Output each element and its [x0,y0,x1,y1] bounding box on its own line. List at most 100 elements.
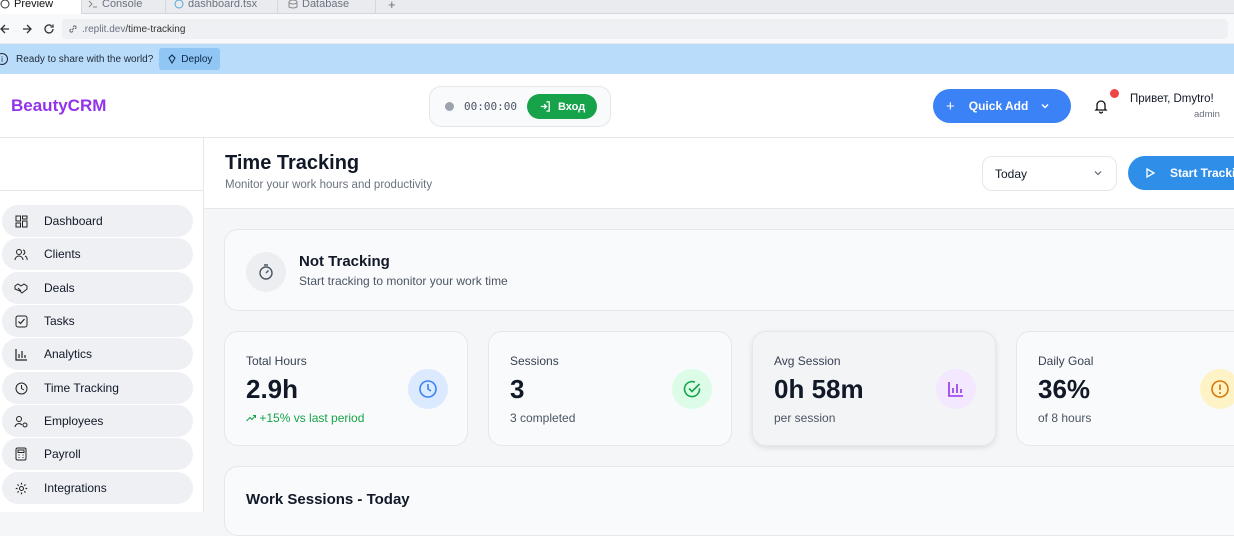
stat-sub: per session [774,411,836,425]
tab-label: dashboard.tsx [188,0,258,10]
stopwatch-icon [246,252,286,292]
quick-add-button[interactable]: + Quick Add [933,89,1071,123]
link-icon [69,25,77,33]
stat-value: 0h 58m [774,374,864,404]
users-icon [14,247,28,261]
bar-chart-icon [936,369,976,409]
info-icon: i [0,53,8,65]
sidebar-item-integrations[interactable]: Integrations [2,472,193,504]
sidebar-item-label: Analytics [44,347,93,361]
stat-value: 3 [510,374,525,404]
bell-icon[interactable] [1093,98,1109,114]
check-circle-icon [672,369,712,409]
page-subtitle: Monitor your work hours and productivity [225,179,433,191]
plus-icon: + [946,97,955,115]
deploy-label: Deploy [181,53,213,65]
stat-value: 36% [1038,374,1091,404]
tab-console[interactable]: Console [80,0,166,14]
chevron-down-icon [1094,171,1102,176]
plus-icon: + [388,0,396,12]
user-greeting[interactable]: Привет, Dmytro! [1130,93,1214,105]
sidebar-item-label: Time Tracking [44,381,119,395]
stat-card-total-hours: Total Hours 2.9h +15% vs last period [224,331,468,446]
handshake-icon [14,281,28,295]
browser-url-bar: .replit.dev/time-tracking [0,14,1234,44]
user-cog-icon [14,414,28,428]
stat-sub: of 8 hours [1038,411,1092,425]
check-in-button[interactable]: Вход [526,94,598,119]
stat-label: Sessions [510,354,559,368]
deploy-button[interactable]: Deploy [159,48,221,70]
back-button[interactable] [0,18,16,40]
tab-preview[interactable]: Preview [0,0,82,14]
brand-logo[interactable]: BeautyCRM [11,96,106,116]
browser-tab-bar: Preview Console dashboard.tsx Database + [0,0,1234,14]
sidebar-divider [0,190,203,191]
grid-icon [14,214,28,228]
stat-card-daily-goal: Daily Goal 36% of 8 hours [1016,331,1234,446]
calculator-icon [14,447,28,461]
stat-sub: 3 completed [510,411,576,425]
page-title: Time Tracking [225,152,360,174]
stat-trend: +15% vs last period [246,411,364,425]
clock-icon [14,381,28,395]
chevron-down-icon [1041,104,1049,109]
sidebar-item-payroll[interactable]: Payroll [2,438,193,470]
sidebar-item-tasks[interactable]: Tasks [2,305,193,337]
banner-message: Ready to share with the world? [16,53,154,65]
timer-display: 00:00:00 [464,100,517,113]
stat-label: Avg Session [774,354,841,368]
sidebar-item-label: Payroll [44,447,81,461]
arrow-left-icon [0,24,9,33]
terminal-icon [88,0,98,9]
sidebar: Dashboard Clients Deals Tasks Analytics … [0,138,204,512]
tracking-status-title: Not Tracking [299,253,390,270]
sidebar-item-analytics[interactable]: Analytics [2,338,193,370]
sidebar-item-dashboard[interactable]: Dashboard [2,205,193,237]
stat-trend-text: +15% vs last period [259,411,365,425]
gear-icon [14,481,28,495]
sidebar-item-label: Deals [44,281,75,295]
database-icon [288,0,298,9]
url-host: .replit.dev [82,23,126,35]
tab-dashboard-file[interactable]: dashboard.tsx [166,0,278,14]
checkbox-icon [14,314,28,328]
tab-label: Preview [14,0,54,10]
start-tracking-button[interactable]: Start Tracking [1128,156,1234,190]
page-header: Time Tracking Monitor your work hours an… [204,138,1234,209]
tab-label: Database [302,0,350,10]
stat-label: Total Hours [246,354,307,368]
log-in-icon [540,101,550,112]
url-field[interactable]: .replit.dev/time-tracking [62,19,1228,39]
sidebar-item-label: Dashboard [44,214,103,228]
arrow-right-icon [23,24,32,33]
stat-label: Daily Goal [1038,354,1094,368]
user-role: admin [1194,109,1220,120]
url-path: /time-tracking [125,23,186,35]
sidebar-item-label: Clients [44,247,81,261]
sidebar-item-employees[interactable]: Employees [2,405,193,437]
sidebar-item-label: Tasks [44,314,75,328]
trending-up-icon [246,414,257,422]
tracking-status-card: Not Tracking Start tracking to monitor y… [224,229,1234,311]
alert-circle-icon [1200,369,1234,409]
period-select[interactable]: Today [982,156,1117,191]
sidebar-item-label: Integrations [44,481,107,495]
tab-database[interactable]: Database [280,0,376,14]
stat-card-sessions: Sessions 3 3 completed [488,331,732,446]
quick-add-label: Quick Add [968,99,1029,113]
check-in-label: Вход [557,100,586,113]
sidebar-item-time-tracking[interactable]: Time Tracking [2,372,193,404]
tracking-status-subtitle: Start tracking to monitor your work time [299,274,508,288]
new-tab-button[interactable]: + [380,0,400,14]
sidebar-item-deals[interactable]: Deals [2,272,193,304]
bar-chart-icon [14,347,28,361]
sidebar-item-clients[interactable]: Clients [2,238,193,270]
forward-button[interactable] [16,18,38,40]
reload-button[interactable] [38,18,60,40]
work-sessions-title: Work Sessions - Today [246,491,410,508]
play-icon [1146,167,1156,179]
react-file-icon [174,0,184,9]
preview-icon [0,0,10,9]
clock-icon [408,369,448,409]
